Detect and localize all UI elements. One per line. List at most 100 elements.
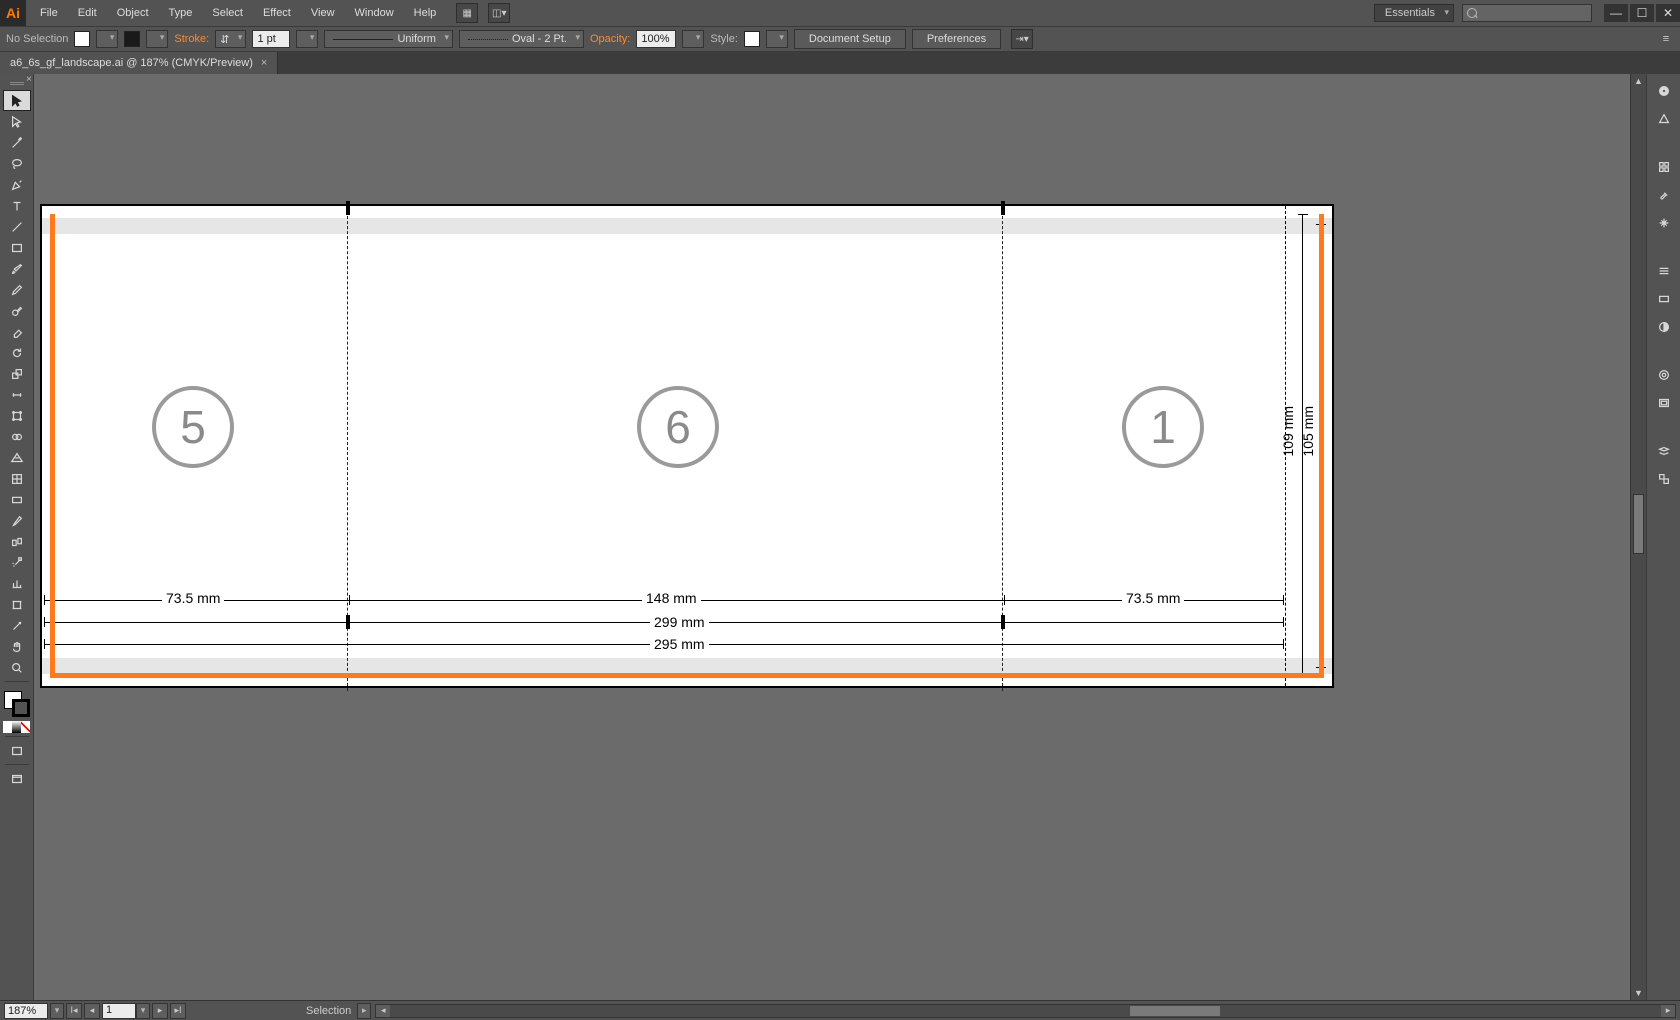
status-info-dd[interactable]: ▸ bbox=[357, 1003, 371, 1019]
menu-help[interactable]: Help bbox=[404, 0, 447, 26]
window-minimize-icon[interactable]: — bbox=[1604, 4, 1628, 22]
graphic-styles-panel-icon[interactable] bbox=[1651, 392, 1677, 414]
vscroll-thumb[interactable] bbox=[1633, 494, 1644, 554]
scroll-up-icon[interactable]: ▲ bbox=[1631, 74, 1646, 88]
vertical-scrollbar[interactable]: ▲ ▼ bbox=[1630, 74, 1646, 1000]
screen-mode-switch[interactable] bbox=[3, 768, 31, 789]
lasso-tool[interactable] bbox=[3, 153, 31, 174]
rotate-tool[interactable] bbox=[3, 342, 31, 363]
free-transform-tool[interactable] bbox=[3, 405, 31, 426]
menu-file[interactable]: File bbox=[30, 0, 68, 26]
hand-tool[interactable] bbox=[3, 636, 31, 657]
column-graph-tool[interactable] bbox=[3, 573, 31, 594]
gradient-tool[interactable] bbox=[3, 489, 31, 510]
draw-mode-switch[interactable] bbox=[3, 721, 31, 733]
fill-stroke-control[interactable] bbox=[2, 689, 32, 719]
opacity-field[interactable]: 100% bbox=[636, 30, 676, 48]
menu-type[interactable]: Type bbox=[159, 0, 203, 26]
scroll-left-icon[interactable]: ◂ bbox=[376, 1005, 390, 1017]
swatches-panel-icon[interactable] bbox=[1651, 156, 1677, 178]
tools-panel-close-icon[interactable]: × bbox=[26, 74, 32, 85]
arrange-documents-icon[interactable]: ◫▾ bbox=[488, 3, 510, 23]
stroke-dropdown[interactable] bbox=[146, 30, 168, 48]
paintbrush-tool[interactable] bbox=[3, 258, 31, 279]
control-bar-menu-icon[interactable]: ≡ bbox=[1658, 31, 1674, 47]
stroke-weight-dd[interactable] bbox=[296, 30, 318, 48]
eyedropper-tool[interactable] bbox=[3, 510, 31, 531]
prev-artboard-button[interactable]: ◂ bbox=[84, 1003, 100, 1019]
layers-panel-icon[interactable] bbox=[1651, 440, 1677, 462]
artboard[interactable]: 5 6 1 73.5 mm 148 mm 73.5 mm 299 mm 295 … bbox=[42, 206, 1332, 686]
stroke-swatch[interactable] bbox=[124, 31, 140, 47]
zoom-tool[interactable] bbox=[3, 657, 31, 678]
menu-effect[interactable]: Effect bbox=[253, 0, 301, 26]
first-artboard-button[interactable]: I◂ bbox=[66, 1003, 82, 1019]
menu-view[interactable]: View bbox=[301, 0, 345, 26]
brushes-panel-icon[interactable] bbox=[1651, 184, 1677, 206]
width-tool[interactable] bbox=[3, 384, 31, 405]
stroke-weight-stepper[interactable]: ⇵ bbox=[215, 30, 246, 48]
style-dd[interactable] bbox=[766, 30, 788, 48]
type-tool[interactable] bbox=[3, 195, 31, 216]
hscroll-thumb[interactable] bbox=[1130, 1006, 1220, 1016]
artboards-panel-icon[interactable] bbox=[1651, 468, 1677, 490]
bridge-icon[interactable]: ▦ bbox=[456, 3, 478, 23]
symbol-sprayer-tool[interactable] bbox=[3, 552, 31, 573]
selection-tool[interactable] bbox=[3, 90, 31, 111]
canvas[interactable]: 5 6 1 73.5 mm 148 mm 73.5 mm 299 mm 295 … bbox=[34, 74, 1646, 1000]
horizontal-scrollbar[interactable]: ◂ ▸ bbox=[375, 1004, 1676, 1018]
menu-edit[interactable]: Edit bbox=[68, 0, 107, 26]
scroll-down-icon[interactable]: ▼ bbox=[1631, 986, 1646, 1000]
zoom-dd[interactable]: ▾ bbox=[50, 1003, 64, 1019]
appearance-panel-icon[interactable] bbox=[1651, 364, 1677, 386]
blob-brush-tool[interactable] bbox=[3, 300, 31, 321]
menu-select[interactable]: Select bbox=[202, 0, 253, 26]
pen-tool[interactable] bbox=[3, 174, 31, 195]
gradient-panel-icon[interactable] bbox=[1651, 288, 1677, 310]
mesh-tool[interactable] bbox=[3, 468, 31, 489]
window-close-icon[interactable]: ✕ bbox=[1656, 4, 1680, 22]
blend-tool[interactable] bbox=[3, 531, 31, 552]
opacity-dd[interactable] bbox=[682, 30, 704, 48]
symbols-panel-icon[interactable] bbox=[1651, 212, 1677, 234]
workspace-dropdown[interactable]: Essentials bbox=[1374, 4, 1454, 22]
artboard-dd[interactable]: ▾ bbox=[136, 1003, 150, 1019]
style-swatch[interactable] bbox=[744, 31, 760, 47]
scroll-right-icon[interactable]: ▸ bbox=[1661, 1005, 1675, 1017]
next-artboard-button[interactable]: ▸ bbox=[152, 1003, 168, 1019]
stroke-weight-field[interactable]: 1 pt bbox=[252, 30, 290, 48]
fill-swatch[interactable] bbox=[74, 31, 90, 47]
transparency-panel-icon[interactable] bbox=[1651, 316, 1677, 338]
preferences-button[interactable]: Preferences bbox=[912, 29, 1001, 49]
align-flyout-icon[interactable]: ⇥▾ bbox=[1011, 29, 1033, 49]
line-tool[interactable] bbox=[3, 216, 31, 237]
last-artboard-button[interactable]: ▸I bbox=[170, 1003, 186, 1019]
panel-number-5: 5 bbox=[152, 386, 234, 468]
document-tab[interactable]: a6_6s_gf_landscape.ai @ 187% (CMYK/Previ… bbox=[0, 52, 278, 74]
fill-dropdown[interactable] bbox=[96, 30, 118, 48]
artboard-number-field[interactable]: 1 bbox=[102, 1003, 136, 1019]
color-panel-icon[interactable] bbox=[1651, 80, 1677, 102]
screen-mode-normal[interactable] bbox=[3, 740, 31, 761]
artboard-tool[interactable] bbox=[3, 594, 31, 615]
perspective-grid-tool[interactable] bbox=[3, 447, 31, 468]
direct-selection-tool[interactable] bbox=[3, 111, 31, 132]
stroke-profile-dd[interactable]: Uniform bbox=[324, 30, 453, 48]
menu-window[interactable]: Window bbox=[345, 0, 404, 26]
slice-tool[interactable] bbox=[3, 615, 31, 636]
magic-wand-tool[interactable] bbox=[3, 132, 31, 153]
scale-tool[interactable] bbox=[3, 363, 31, 384]
menu-object[interactable]: Object bbox=[107, 0, 159, 26]
shape-builder-tool[interactable] bbox=[3, 426, 31, 447]
close-tab-icon[interactable]: × bbox=[261, 57, 267, 69]
eraser-tool[interactable] bbox=[3, 321, 31, 342]
pencil-tool[interactable] bbox=[3, 279, 31, 300]
stroke-panel-icon[interactable] bbox=[1651, 260, 1677, 282]
brush-dd[interactable]: Oval - 2 Pt. bbox=[459, 30, 584, 48]
document-setup-button[interactable]: Document Setup bbox=[794, 29, 906, 49]
color-guide-panel-icon[interactable] bbox=[1651, 108, 1677, 130]
search-input[interactable] bbox=[1462, 4, 1592, 22]
zoom-field[interactable]: 187% bbox=[4, 1003, 48, 1019]
window-maximize-icon[interactable]: ☐ bbox=[1630, 4, 1654, 22]
rectangle-tool[interactable] bbox=[3, 237, 31, 258]
